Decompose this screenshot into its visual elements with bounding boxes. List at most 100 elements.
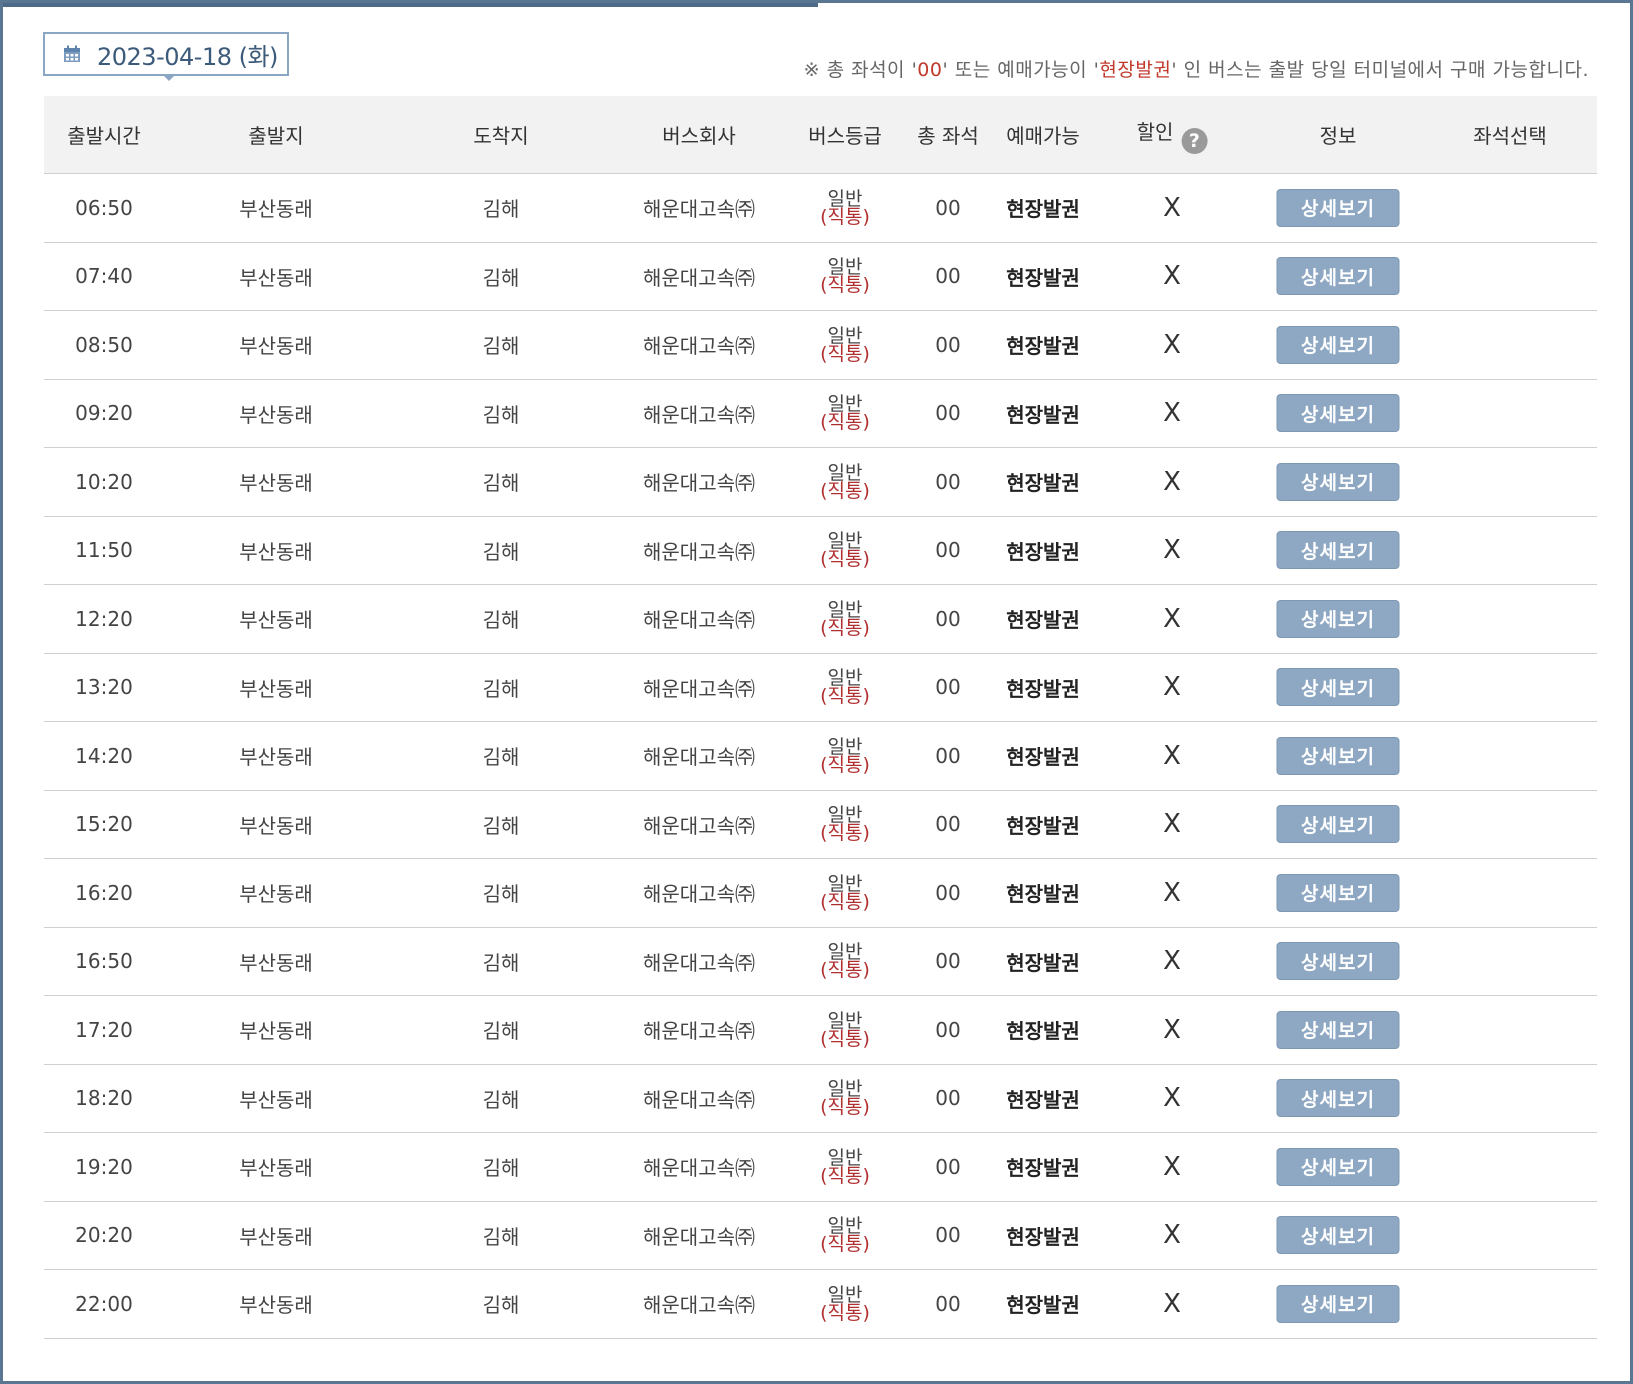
bus-company: 해운대고속㈜	[643, 608, 755, 633]
booking-status: 현장발권	[1006, 334, 1080, 359]
table-row: 14:20 부산동래 김해 해운대고속㈜ 일반 (직통) 00 현장발권 X 상세보기	[44, 722, 1597, 791]
bus-company: 해운대고속㈜	[643, 1224, 755, 1249]
discount-mark: X	[1163, 809, 1181, 840]
destination-terminal: 김해	[482, 334, 520, 359]
detail-button[interactable]: 상세보기	[1276, 599, 1400, 638]
schedule-rows: 06:50 부산동래 김해 해운대고속㈜ 일반 (직통) 00 현장발권 X 상세보기 07:40 부…	[44, 174, 1597, 1339]
departure-time: 08:50	[75, 332, 133, 357]
info-cell: 상세보기	[1276, 654, 1400, 722]
detail-button[interactable]: 상세보기	[1276, 668, 1400, 707]
detail-button[interactable]: 상세보기	[1276, 394, 1400, 433]
origin-terminal: 부산동래	[239, 265, 313, 290]
origin-terminal: 부산동래	[239, 608, 313, 633]
detail-button[interactable]: 상세보기	[1276, 462, 1400, 501]
notice-seat-value: 00	[917, 59, 943, 81]
table-row: 19:20 부산동래 김해 해운대고속㈜ 일반 (직통) 00 현장발권 X 상세보기	[44, 1133, 1597, 1202]
info-cell: 상세보기	[1276, 1065, 1400, 1133]
destination-terminal: 김해	[482, 1019, 520, 1044]
departure-time: 06:50	[75, 195, 133, 220]
info-cell: 상세보기	[1276, 448, 1400, 516]
detail-button[interactable]: 상세보기	[1276, 188, 1400, 227]
info-cell: 상세보기	[1276, 859, 1400, 927]
date-selector[interactable]: 2023-04-18 (화)	[43, 32, 289, 76]
bus-grade: 일반 (직통)	[820, 1065, 870, 1133]
detail-button[interactable]: 상세보기	[1276, 1010, 1400, 1049]
table-row: 18:20 부산동래 김해 해운대고속㈜ 일반 (직통) 00 현장발권 X 상세보기	[44, 1065, 1597, 1133]
header-bus-company: 버스회사	[662, 124, 736, 148]
destination-terminal: 김해	[482, 813, 520, 838]
bus-grade: 일반 (직통)	[820, 996, 870, 1064]
table-row: 22:00 부산동래 김해 해운대고속㈜ 일반 (직통) 00 현장발권 X 상세보기	[44, 1270, 1597, 1339]
detail-button[interactable]: 상세보기	[1276, 1284, 1400, 1323]
discount-mark: X	[1163, 466, 1181, 497]
table-row: 15:20 부산동래 김해 해운대고속㈜ 일반 (직통) 00 현장발권 X 상세보기	[44, 791, 1597, 859]
origin-terminal: 부산동래	[239, 1019, 313, 1044]
destination-terminal: 김해	[482, 1087, 520, 1112]
detail-button[interactable]: 상세보기	[1276, 1147, 1400, 1186]
discount-mark: X	[1163, 329, 1181, 360]
bus-company: 해운대고속㈜	[643, 334, 755, 359]
help-icon[interactable]: ?	[1181, 127, 1208, 154]
bus-grade-route: (직통)	[820, 411, 870, 434]
detail-button[interactable]: 상세보기	[1276, 805, 1400, 844]
destination-terminal: 김해	[482, 1293, 520, 1318]
destination-terminal: 김해	[482, 1156, 520, 1181]
destination-terminal: 김해	[482, 745, 520, 770]
origin-terminal: 부산동래	[239, 1293, 313, 1318]
bus-grade: 일반 (직통)	[820, 585, 870, 653]
bus-grade: 일반 (직통)	[820, 928, 870, 996]
detail-button[interactable]: 상세보기	[1276, 531, 1400, 570]
departure-time: 12:20	[75, 606, 133, 631]
bus-grade-route: (직통)	[820, 342, 870, 365]
detail-button[interactable]: 상세보기	[1276, 942, 1400, 981]
discount-mark: X	[1163, 261, 1181, 292]
booking-status: 현장발권	[1006, 1019, 1080, 1044]
info-cell: 상세보기	[1276, 791, 1400, 859]
discount-mark: X	[1163, 740, 1181, 771]
info-cell: 상세보기	[1276, 517, 1400, 585]
departure-time: 11:50	[75, 538, 133, 563]
origin-terminal: 부산동래	[239, 471, 313, 496]
discount-mark: X	[1163, 946, 1181, 977]
detail-button[interactable]: 상세보기	[1276, 736, 1400, 775]
detail-button[interactable]: 상세보기	[1276, 1079, 1400, 1118]
bus-grade: 일반 (직통)	[820, 1133, 870, 1201]
bus-grade-route: (직통)	[820, 1301, 870, 1324]
bus-grade-route: (직통)	[820, 616, 870, 639]
total-seats: 00	[935, 469, 961, 494]
origin-terminal: 부산동래	[239, 813, 313, 838]
detail-button[interactable]: 상세보기	[1276, 1216, 1400, 1255]
bus-grade: 일반 (직통)	[820, 654, 870, 722]
bus-grade: 일반 (직통)	[820, 722, 870, 790]
detail-button[interactable]: 상세보기	[1276, 257, 1400, 296]
total-seats: 00	[935, 949, 961, 974]
bus-grade: 일반 (직통)	[820, 517, 870, 585]
booking-status: 현장발권	[1006, 882, 1080, 907]
bus-company: 해운대고속㈜	[643, 882, 755, 907]
origin-terminal: 부산동래	[239, 1156, 313, 1181]
origin-terminal: 부산동래	[239, 539, 313, 564]
destination-terminal: 김해	[482, 676, 520, 701]
notice-prefix: ※ 총 좌석이 '	[803, 59, 918, 81]
table-row: 17:20 부산동래 김해 해운대고속㈜ 일반 (직통) 00 현장발권 X 상세보기	[44, 996, 1597, 1065]
header-bus-grade: 버스등급	[808, 124, 882, 148]
destination-terminal: 김해	[482, 608, 520, 633]
origin-terminal: 부산동래	[239, 676, 313, 701]
booking-status: 현장발권	[1006, 1156, 1080, 1181]
departure-time: 18:20	[75, 1086, 133, 1111]
bus-grade: 일반 (직통)	[820, 243, 870, 311]
bus-grade-route: (직통)	[820, 1096, 870, 1119]
total-seats: 00	[935, 195, 961, 220]
discount-mark: X	[1163, 1151, 1181, 1182]
total-seats: 00	[935, 1223, 961, 1248]
detail-button[interactable]: 상세보기	[1276, 325, 1400, 364]
booking-status: 현장발권	[1006, 1224, 1080, 1249]
header-destination: 도착지	[473, 124, 529, 148]
booking-status: 현장발권	[1006, 745, 1080, 770]
table-row: 12:20 부산동래 김해 해운대고속㈜ 일반 (직통) 00 현장발권 X 상세보기	[44, 585, 1597, 654]
departure-time: 16:20	[75, 880, 133, 905]
bus-company: 해운대고속㈜	[643, 950, 755, 975]
info-cell: 상세보기	[1276, 722, 1400, 790]
detail-button[interactable]: 상세보기	[1276, 873, 1400, 912]
bus-grade: 일반 (직통)	[820, 1270, 870, 1338]
